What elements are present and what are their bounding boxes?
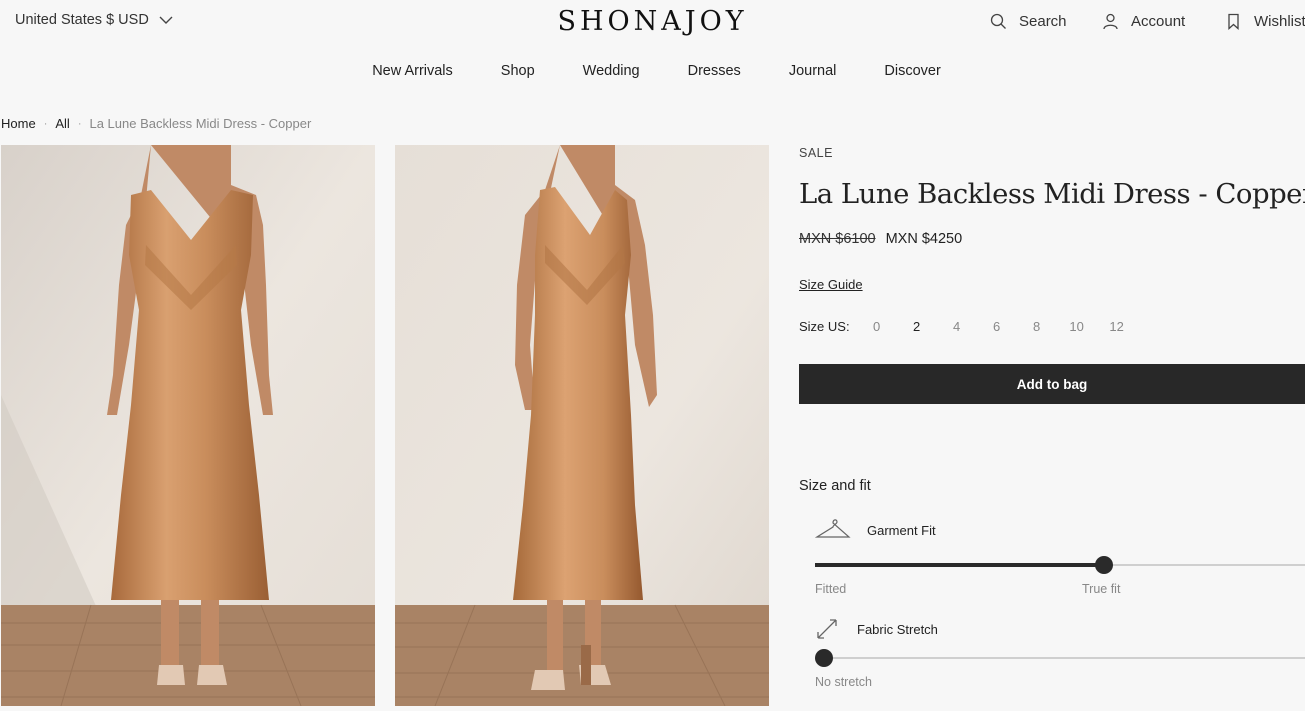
size-option-6[interactable]: 6 — [977, 319, 1017, 334]
user-icon — [1103, 13, 1118, 30]
nav-item-journal[interactable]: Journal — [789, 63, 837, 79]
price-block: MXN $6100 MXN $4250 — [799, 231, 962, 247]
garment-fit-value-label: True fit — [1082, 582, 1121, 596]
breadcrumb-all[interactable]: All — [55, 116, 69, 131]
size-option-12[interactable]: 12 — [1097, 319, 1137, 334]
garment-fit-handle[interactable] — [1095, 556, 1113, 574]
nav-item-discover[interactable]: Discover — [884, 63, 940, 79]
garment-fit-label: Garment Fit — [867, 522, 936, 538]
nav-item-wedding[interactable]: Wedding — [583, 63, 640, 79]
product-title: La Lune Backless Midi Dress - Copper — [799, 178, 1305, 210]
original-price: MXN $6100 — [799, 231, 876, 247]
size-option-2[interactable]: 2 — [897, 319, 937, 334]
fabric-stretch-min-label: No stretch — [815, 675, 872, 689]
main-nav: New Arrivals Shop Wedding Dresses Journa… — [0, 63, 1305, 79]
fabric-stretch-row: Fabric Stretch — [815, 617, 938, 641]
breadcrumb-current: La Lune Backless Midi Dress - Copper — [89, 116, 312, 131]
size-option-4[interactable]: 4 — [937, 319, 977, 334]
size-option-0[interactable]: 0 — [857, 319, 897, 334]
hanger-icon — [815, 519, 851, 538]
size-label: Size US: — [799, 319, 850, 334]
breadcrumb-home[interactable]: Home — [1, 116, 36, 131]
breadcrumb-separator: · — [77, 117, 82, 130]
search-button[interactable]: Search — [990, 13, 1067, 30]
account-button[interactable]: Account — [1102, 13, 1185, 30]
account-label: Account — [1131, 13, 1186, 30]
garment-fit-min-label: Fitted — [815, 582, 847, 596]
wishlist-button[interactable]: Wishlist — [1225, 13, 1305, 30]
fabric-stretch-track — [815, 657, 1305, 659]
search-icon — [990, 13, 1006, 29]
add-to-bag-button[interactable]: Add to bag — [799, 364, 1305, 404]
nav-item-new-arrivals[interactable]: New Arrivals — [372, 63, 453, 79]
size-guide-link[interactable]: Size Guide — [799, 277, 863, 292]
breadcrumb-separator: · — [43, 117, 48, 130]
bookmark-icon — [1228, 13, 1239, 30]
nav-item-shop[interactable]: Shop — [501, 63, 535, 79]
sale-price: MXN $4250 — [885, 231, 963, 247]
product-image-side[interactable] — [395, 145, 769, 706]
expand-arrows-icon — [817, 619, 837, 639]
nav-item-dresses[interactable]: Dresses — [688, 63, 741, 79]
size-and-fit-heading: Size and fit — [799, 478, 871, 494]
sale-badge: SALE — [799, 146, 833, 160]
fabric-stretch-handle[interactable] — [815, 649, 833, 667]
product-image-front[interactable] — [1, 145, 375, 706]
size-option-10[interactable]: 10 — [1057, 319, 1097, 334]
breadcrumb: Home · All · La Lune Backless Midi Dress… — [1, 116, 311, 131]
search-label: Search — [1019, 13, 1067, 30]
garment-fit-fill — [815, 563, 1105, 567]
size-option-8[interactable]: 8 — [1017, 319, 1057, 334]
size-selector: Size US: 0 2 4 6 8 10 12 — [799, 319, 1156, 334]
garment-fit-row: Garment Fit — [815, 518, 936, 542]
wishlist-label: Wishlist — [1254, 13, 1305, 30]
fabric-stretch-label: Fabric Stretch — [857, 621, 938, 637]
